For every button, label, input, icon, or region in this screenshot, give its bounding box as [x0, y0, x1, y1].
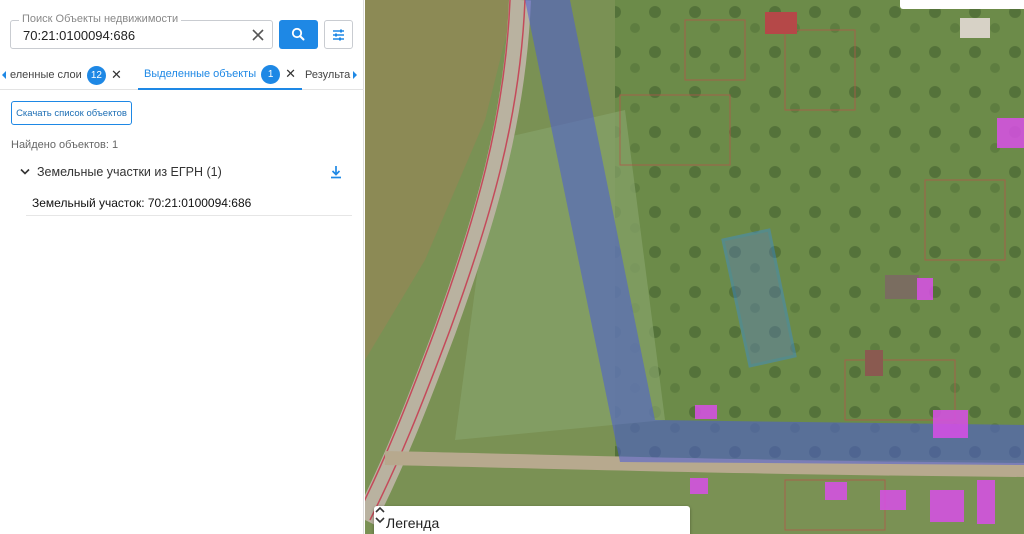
tabs-scroll-left[interactable] [0, 60, 8, 90]
download-icon[interactable] [328, 164, 344, 180]
tabs-scroll-right[interactable] [351, 60, 359, 90]
tab-selected-objects-label: Выделенные объекты [144, 68, 257, 80]
group-land-plots[interactable]: Земельные участки из ЕГРН (1) [20, 162, 354, 182]
chevron-left-icon [2, 71, 6, 79]
tab-results-label: Результа [305, 69, 351, 81]
tune-icon [333, 29, 344, 41]
list-item[interactable]: Земельный участок: 70:21:0100094:686 [26, 190, 352, 216]
legend-label: Легенда [386, 515, 440, 531]
tab-selected-objects[interactable]: Выделенные объекты 1 ✕ [138, 60, 303, 90]
unfold-icon[interactable] [374, 506, 386, 524]
close-icon[interactable]: ✕ [285, 66, 296, 82]
tab-selected-objects-count: 1 [261, 64, 281, 84]
map-view[interactable]: Легенда [365, 0, 1024, 534]
legend-panel[interactable]: Легенда [374, 506, 690, 534]
search-button[interactable] [279, 20, 318, 49]
found-count: Найдено объектов: 1 [11, 139, 119, 151]
close-icon[interactable] [248, 25, 268, 45]
close-icon[interactable]: ✕ [111, 67, 122, 83]
search-icon [291, 27, 305, 41]
left-panel: Поиск Объекты недвижимости 70:21:0100094… [0, 0, 364, 534]
filter-button[interactable] [324, 20, 353, 49]
satellite-image [365, 0, 1024, 534]
tab-results[interactable]: Результа [305, 60, 350, 90]
map-top-right-panel [900, 0, 1024, 9]
tab-layers[interactable]: еленные слои 12 ✕ [10, 60, 122, 90]
tab-layers-count: 12 [86, 65, 106, 85]
group-label: Земельные участки из ЕГРН (1) [37, 165, 222, 179]
search-label: Поиск Объекты недвижимости [19, 13, 182, 25]
tab-layers-label: еленные слои [10, 69, 82, 81]
download-list-button[interactable]: Скачать список объектов [11, 101, 132, 125]
tab-bar: еленные слои 12 ✕ Выделенные объекты 1 ✕… [0, 60, 364, 90]
chevron-down-icon[interactable] [20, 168, 30, 176]
search-value[interactable]: 70:21:0100094:686 [23, 28, 135, 43]
search-input[interactable]: Поиск Объекты недвижимости 70:21:0100094… [10, 13, 273, 49]
chevron-right-icon [353, 71, 357, 79]
